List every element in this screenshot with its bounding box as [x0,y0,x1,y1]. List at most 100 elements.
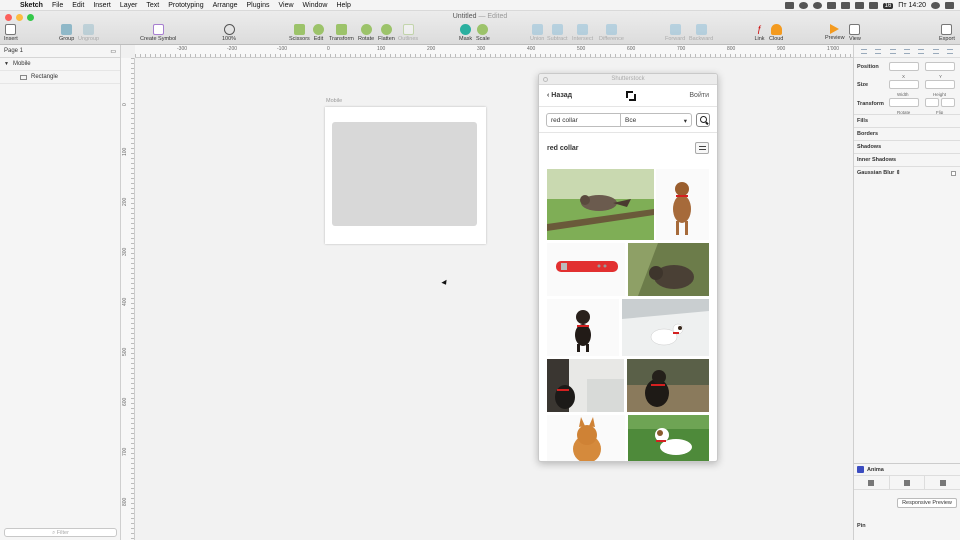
intersect-button[interactable]: Intersect [572,24,593,42]
result-thumb-dog-standing[interactable] [656,169,709,240]
align-bottom-icon[interactable] [932,48,939,54]
menu-app[interactable]: Sketch [20,2,43,9]
cloud-button[interactable]: Cloud [769,24,783,42]
menu-edit[interactable]: Edit [72,2,84,9]
position-y-field[interactable] [925,62,955,71]
screen-icon[interactable] [826,2,836,9]
flip-horizontal-button[interactable] [925,98,939,107]
result-thumb-labrador[interactable] [627,359,709,412]
link-button[interactable]: ƒ Link [754,24,765,42]
canvas[interactable]: Mobile [135,58,853,540]
sync-icon[interactable] [798,2,808,9]
horizontal-ruler[interactable]: -300 -200 -100 0 100 200 300 400 500 600 700 800 900… [135,45,853,58]
menu-arrange[interactable]: Arrange [213,2,238,9]
battery-icon[interactable] [868,2,878,9]
status-badge[interactable]: 16 [882,2,894,9]
search-icon[interactable] [931,2,940,9]
align-top-icon[interactable] [903,48,910,54]
result-thumb-terrier-snow[interactable] [622,299,709,356]
preview-button[interactable]: Preview [825,24,845,41]
flip-vertical-button[interactable] [941,98,955,107]
tab-link[interactable] [890,476,926,489]
search-input[interactable]: red collar [546,112,621,127]
back-button[interactable]: ‹ Назад [547,92,572,99]
rectangle-shape[interactable] [332,122,477,226]
menu-insert[interactable]: Insert [93,2,111,9]
menu-file[interactable]: File [52,2,63,9]
create-symbol-button[interactable]: Create Symbol [140,24,176,42]
chevron-updown-icon[interactable]: ⇕ [896,170,901,176]
flatten-button[interactable]: Flatten [378,24,395,42]
gaussian-blur-section[interactable]: Gaussian Blur ⇕ [854,166,960,179]
search-button[interactable] [696,112,710,127]
result-thumb-jack-russell[interactable] [628,415,709,461]
position-x-field[interactable] [889,62,919,71]
height-field[interactable] [925,80,955,89]
borders-section[interactable]: Borders [854,127,960,140]
wifi-icon[interactable] [854,2,864,9]
menu-prototyping[interactable]: Prototyping [168,2,203,9]
zoom-control[interactable]: 100% [222,24,236,42]
union-button[interactable]: Union [530,24,544,42]
shadows-section[interactable]: Shadows [854,140,960,153]
menu-help[interactable]: Help [336,2,350,9]
eye-icon[interactable] [812,2,822,9]
fills-section[interactable]: Fills [854,114,960,127]
width-field[interactable] [889,80,919,89]
pages-toggle-icon[interactable]: ▭ [110,48,116,55]
result-thumb-cat[interactable] [547,415,625,461]
distribute-icon[interactable] [946,48,953,54]
transform-button[interactable]: Transform [329,24,354,42]
volume-icon[interactable] [840,2,850,9]
menu-text[interactable]: Text [146,2,159,9]
align-right-icon[interactable] [889,48,896,54]
responsive-preview-button[interactable]: Responsive Preview [897,498,957,508]
group-button[interactable]: Group [59,24,74,42]
menu-plugins[interactable]: Plugins [247,2,270,9]
blur-checkbox[interactable] [951,170,956,176]
view-button[interactable]: View [849,24,861,42]
align-center-icon[interactable] [875,48,882,54]
difference-button[interactable]: Difference [599,24,624,42]
list-icon[interactable] [945,2,954,9]
align-left-icon[interactable] [861,48,868,54]
result-thumb-dachshund[interactable] [547,299,619,356]
insert-button[interactable]: Insert [4,24,18,42]
ungroup-button[interactable]: Ungroup [78,24,99,42]
layer-rectangle[interactable]: Rectangle [0,71,120,84]
subtract-button[interactable]: Subtract [547,24,567,42]
layer-artboard-mobile[interactable]: ▼ Mobile [0,58,120,71]
disclosure-icon[interactable]: ▼ [4,61,9,67]
artboard-mobile[interactable] [325,107,486,244]
menu-layer[interactable]: Layer [120,2,138,9]
artboard-title[interactable]: Mobile [326,98,342,104]
login-button[interactable]: Войти [689,92,709,99]
result-thumb-red-collar[interactable] [547,243,625,296]
layer-filter-input[interactable]: ⌕ Filter [4,528,117,537]
scissors-button[interactable]: Scissors [289,24,310,42]
outlines-button[interactable]: Outlines [398,24,418,42]
tab-layout[interactable] [854,476,890,489]
dropbox-icon[interactable] [784,2,794,9]
inner-shadows-section[interactable]: Inner Shadows [854,153,960,166]
rotate-field[interactable] [889,98,919,107]
align-middle-icon[interactable] [918,48,925,54]
panel-close-icon[interactable] [543,77,548,82]
scale-button[interactable]: Scale [476,24,490,42]
result-thumb-bird[interactable] [547,169,654,240]
page-selector[interactable]: Page 1 ▭ [0,45,120,58]
menu-view[interactable]: View [278,2,293,9]
rotate-button[interactable]: Rotate [358,24,374,42]
category-select[interactable]: Все ▾ [621,112,692,127]
export-button[interactable]: Export [939,24,955,42]
filter-settings-button[interactable] [695,142,709,154]
clock[interactable]: Пт 14:20 [898,2,926,9]
tab-breakpoints[interactable] [925,476,960,489]
forward-button[interactable]: Forward [665,24,685,42]
result-thumb-dog-window[interactable] [547,359,624,412]
result-thumb-boar[interactable] [628,243,709,296]
menu-window[interactable]: Window [303,2,328,9]
backward-button[interactable]: Backward [689,24,713,42]
vertical-ruler[interactable]: 0 100 200 300 400 500 600 700 800 [121,58,135,540]
edit-button[interactable]: Edit [313,24,324,42]
